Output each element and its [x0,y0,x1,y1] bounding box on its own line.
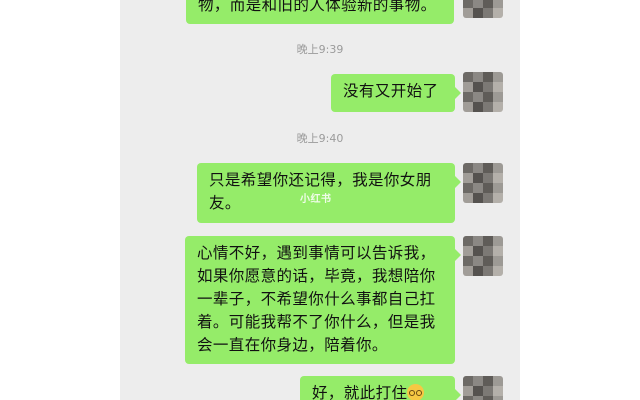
message-bubble[interactable]: 好，就此打住 [300,376,461,400]
avatar[interactable] [463,376,503,400]
message-text: 如果你愿意的话，毕竟，我想陪你 [197,267,436,285]
avatar[interactable] [463,72,503,112]
grimace-emoji-icon [407,384,425,400]
watermark: 小红书 [300,194,332,205]
avatar[interactable] [463,236,503,276]
message-text: 心情不好，遇到事情可以告诉我， [197,244,436,262]
message-bubble[interactable]: 没有又开始了 [331,74,461,112]
message-text: 好，就此打住 [312,382,443,400]
message-text: 会一直在你身边，陪着你。 [197,336,388,354]
message-bubble[interactable]: 物，而是和旧的人体验新的事物。 [186,0,454,24]
message-text: 一辈子，不希望你什么事都自己扛 [197,290,436,308]
timestamp: 晚上9:39 [296,43,344,56]
message-text: 没有又开始了 [343,82,439,100]
message-bubble[interactable]: 心情不好，遇到事情可以告诉我， 如果你愿意的话，毕竟，我想陪你 一辈子，不希望你… [185,236,461,364]
avatar[interactable] [463,0,503,18]
message-text: 物，而是和旧的人体验新的事物。 [198,0,437,14]
avatar[interactable] [463,163,503,203]
chat-area[interactable]: 物，而是和旧的人体验新的事物。 晚上9:39 没有又开始了 晚上9:40 只是希… [120,0,520,400]
message-text: 着。可能我帮不了你什么，但是我 [197,313,436,331]
screen: 物，而是和旧的人体验新的事物。 晚上9:39 没有又开始了 晚上9:40 只是希… [0,0,640,400]
message-text: 只是希望你还记得，我是你女朋 [209,171,432,189]
timestamp: 晚上9:40 [296,132,344,145]
